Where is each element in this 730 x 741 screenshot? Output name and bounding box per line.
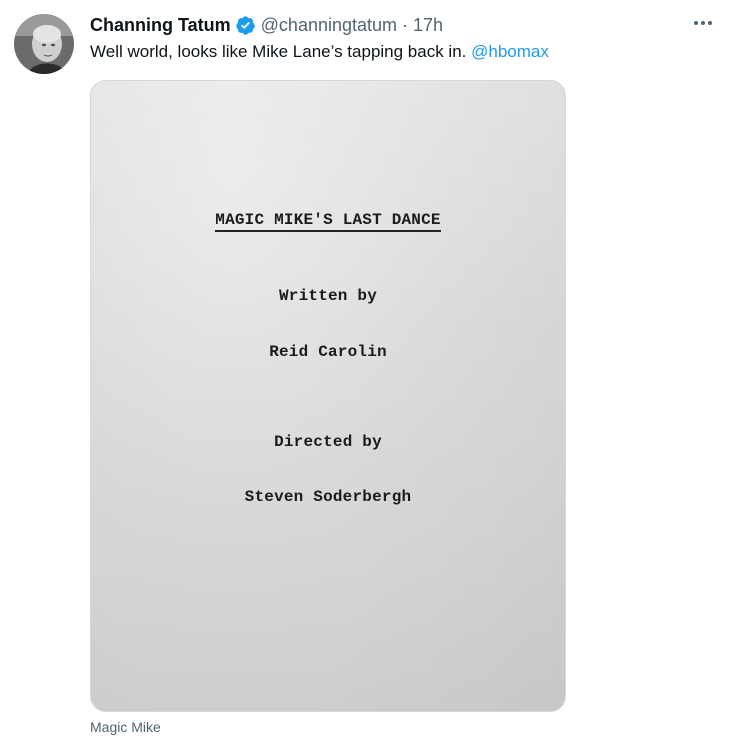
tweet-image[interactable]: MAGIC MIKE'S LAST DANCE Written by Reid …	[90, 80, 566, 712]
paper-background	[91, 81, 565, 711]
separator-dot: ·	[402, 14, 409, 35]
script-title: MAGIC MIKE'S LAST DANCE	[91, 211, 565, 232]
tweet-timestamp[interactable]: 17h	[413, 15, 443, 36]
tweet: Channing Tatum @channingtatum · 17h Well…	[0, 0, 730, 741]
tweet-text-body: Well world, looks like Mike Lane’s tappi…	[90, 42, 467, 61]
more-horizontal-icon[interactable]	[688, 12, 718, 34]
script-title-text: MAGIC MIKE'S LAST DANCE	[215, 211, 441, 232]
writer-name: Reid Carolin	[269, 343, 387, 361]
tweet-text: Well world, looks like Mike Lane’s tappi…	[90, 42, 549, 62]
written-by-label: Written by	[278, 287, 377, 305]
media-caption[interactable]: Magic Mike	[90, 719, 161, 735]
profile-photo	[14, 14, 74, 74]
mention-link[interactable]: @hbomax	[471, 42, 549, 61]
verified-badge-icon	[235, 15, 256, 36]
directed-by-label: Directed by	[274, 433, 382, 451]
tweet-header: Channing Tatum @channingtatum · 17h	[90, 14, 443, 36]
avatar[interactable]	[14, 14, 74, 74]
director-name: Steven Soderbergh	[244, 488, 412, 506]
display-name[interactable]: Channing Tatum	[90, 15, 231, 36]
author-handle[interactable]: @channingtatum	[261, 15, 397, 36]
